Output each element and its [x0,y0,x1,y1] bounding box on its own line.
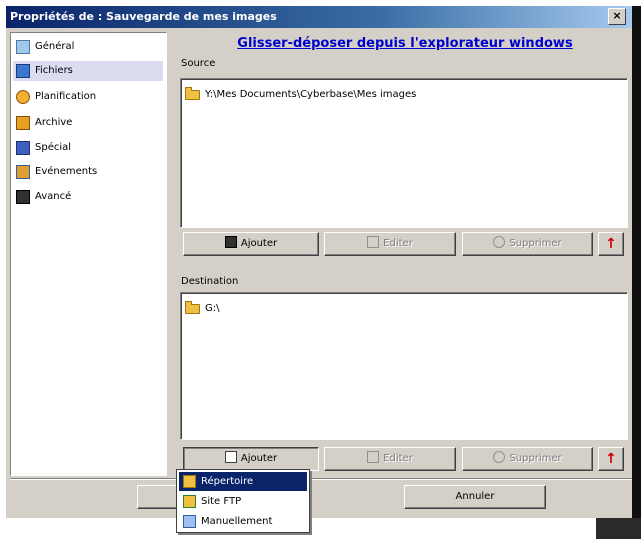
destination-edit-button[interactable]: Editer [324,447,456,471]
destination-edit-label: Editer [383,453,413,464]
source-add-label: Ajouter [240,238,278,249]
sidebar-item-label: Spécial [35,142,72,153]
menu-item-label: Répertoire [201,476,254,487]
source-delete-button[interactable]: Supprimer [462,232,593,256]
up-arrow-icon: ↑ [605,236,617,252]
source-up-button[interactable]: ↑ [598,232,624,256]
destination-add-button[interactable]: Ajouter [183,447,319,471]
sidebar-item-general[interactable]: Général [13,37,163,57]
menu-item-directory[interactable]: Répertoire [179,472,307,491]
sidebar-item-label: Evénements [35,166,98,177]
source-label: Source [181,58,216,69]
source-delete-label: Supprimer [509,238,562,249]
frame-right [632,6,641,539]
menu-item-manual[interactable]: Manuellement [179,512,307,531]
clock-icon [16,90,30,104]
manual-icon [183,515,196,528]
menu-item-label: Site FTP [201,496,242,507]
add-dropdown-menu: Répertoire Site FTP Manuellement [176,469,310,533]
source-add-button[interactable]: Ajouter [183,232,319,256]
sidebar-item-events[interactable]: Evénements [13,162,163,182]
advanced-icon [16,190,30,204]
archive-icon [16,116,30,130]
cancel-label: Annuler [455,491,495,502]
general-icon [16,40,30,54]
sidebar-item-label: Avancé [35,191,72,202]
add-icon [224,236,237,248]
cancel-button[interactable]: Annuler [404,485,546,509]
edit-icon [367,236,380,248]
sidebar-item-planification[interactable]: Planification [13,87,163,107]
destination-list[interactable]: G:\ [180,292,628,440]
list-item[interactable]: G:\ [185,301,220,317]
events-icon [16,165,30,179]
sidebar-item-special[interactable]: Spécial [13,138,163,158]
delete-icon [493,451,506,463]
destination-delete-label: Supprimer [509,453,562,464]
destination-path: G:\ [205,303,220,314]
source-edit-label: Editer [383,238,413,249]
frame-bottom [0,518,641,539]
close-icon: × [612,9,622,22]
sidebar: Général Fichiers Planification Archive S… [10,32,167,476]
list-item[interactable]: Y:\Mes Documents\Cyberbase\Mes images [185,87,416,103]
new-document-icon [224,451,237,463]
sidebar-item-label: Archive [35,117,73,128]
up-arrow-icon: ↑ [605,451,617,467]
folder-icon [185,301,200,314]
destination-label: Destination [181,276,239,287]
folder-icon [183,475,196,488]
destination-delete-button[interactable]: Supprimer [462,447,593,471]
edit-icon [367,451,380,463]
window-title: Propriétés de : Sauvegarde de mes images [6,6,632,28]
source-path: Y:\Mes Documents\Cyberbase\Mes images [205,89,417,100]
folder-icon [185,87,200,100]
sidebar-item-files[interactable]: Fichiers [13,61,163,81]
separator [10,478,632,480]
taskbar-fragment [596,518,641,539]
files-icon [16,64,30,78]
sidebar-item-advanced[interactable]: Avancé [13,187,163,207]
destination-up-button[interactable]: ↑ [598,447,624,471]
destination-add-label: Ajouter [240,453,278,464]
sidebar-item-label: Général [35,41,75,52]
source-edit-button[interactable]: Editer [324,232,456,256]
delete-icon [493,236,506,248]
sidebar-item-label: Planification [35,91,97,102]
special-icon [16,141,30,155]
drag-drop-link[interactable]: Glisser-déposer depuis l'explorateur win… [200,36,610,54]
sidebar-item-archive[interactable]: Archive [13,113,163,133]
sidebar-item-label: Fichiers [35,65,73,76]
menu-item-ftp[interactable]: Site FTP [179,492,307,511]
ftp-icon [183,495,196,508]
source-list[interactable]: Y:\Mes Documents\Cyberbase\Mes images [180,78,628,228]
close-button[interactable]: × [608,8,626,25]
menu-item-label: Manuellement [201,516,273,527]
